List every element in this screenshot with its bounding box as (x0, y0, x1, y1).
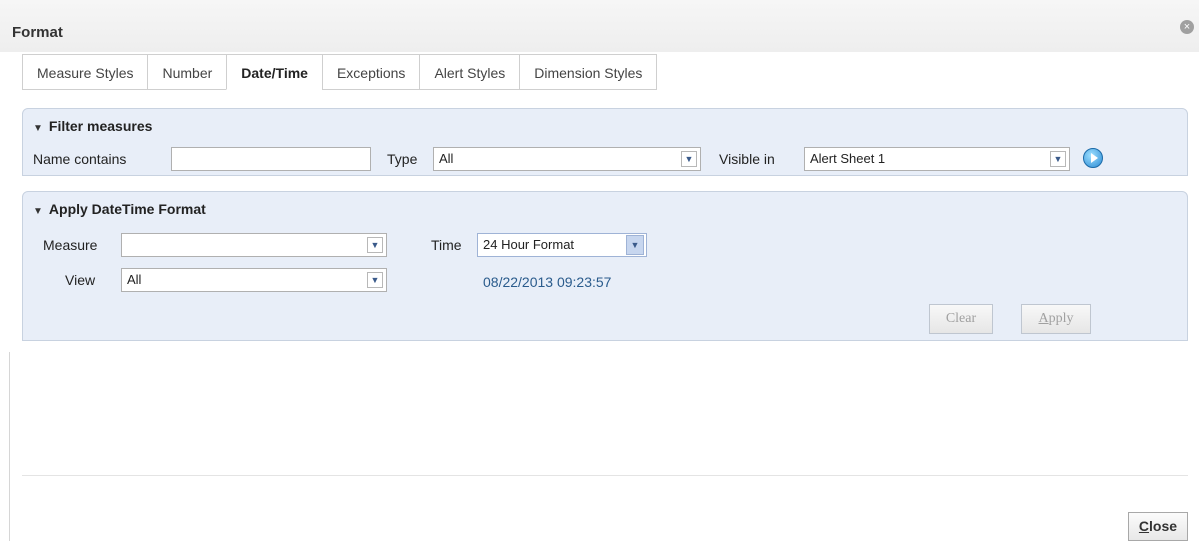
close-icon[interactable]: × (1180, 20, 1194, 34)
datetime-preview: 08/22/2013 09:23:57 (483, 274, 612, 290)
apply-datetime-title: Apply DateTime Format (48, 201, 206, 217)
tab-date-time[interactable]: Date/Time (226, 54, 322, 90)
chevron-down-icon[interactable]: ▼ (626, 235, 644, 255)
time-format-select[interactable]: 24 Hour Format ▼ (477, 233, 647, 257)
view-select[interactable]: All ▼ (121, 268, 387, 292)
view-select-value: All (127, 272, 142, 287)
filter-measures-header[interactable]: ▼ Filter measures (33, 118, 152, 134)
tab-exceptions[interactable]: Exceptions (321, 54, 420, 90)
tab-dimension-styles[interactable]: Dimension Styles (519, 54, 658, 90)
visible-in-select[interactable]: Alert Sheet 1 ▼ (804, 147, 1070, 171)
chevron-down-icon[interactable]: ▼ (681, 151, 697, 167)
chevron-down-icon[interactable]: ▼ (367, 237, 383, 253)
visible-in-label: Visible in (719, 151, 775, 167)
apply-label-rest: pply (1048, 311, 1074, 326)
name-contains-input[interactable] (171, 147, 371, 171)
close-label-rest: lose (1149, 518, 1178, 534)
apply-accesskey: A (1038, 311, 1049, 326)
time-label: Time (431, 237, 462, 253)
tab-measure-styles[interactable]: Measure Styles (22, 54, 148, 90)
chevron-down-icon: ▼ (33, 123, 43, 134)
view-label: View (65, 272, 96, 288)
dialog-titlebar: Format × (0, 0, 1199, 52)
close-button[interactable]: Close (1128, 512, 1188, 541)
visible-in-select-value: Alert Sheet 1 (810, 151, 886, 166)
chevron-down-icon[interactable]: ▼ (1050, 151, 1066, 167)
type-select[interactable]: All ▼ (433, 147, 701, 171)
play-icon[interactable] (1083, 148, 1103, 168)
apply-button[interactable]: Apply (1021, 304, 1091, 334)
measure-label: Measure (43, 237, 98, 253)
chevron-down-icon[interactable]: ▼ (367, 272, 383, 288)
filter-measures-title: Filter measures (48, 118, 153, 134)
apply-datetime-panel: ▼ Apply DateTime Format Measure ▼ View Al… (22, 191, 1188, 341)
divider (9, 352, 10, 541)
format-dialog: Format × Measure Styles Number Date/Time… (0, 0, 1199, 541)
tab-alert-styles[interactable]: Alert Styles (419, 54, 520, 90)
filter-measures-panel: ▼ Filter measures Name contains Type All … (22, 108, 1188, 176)
apply-datetime-header[interactable]: ▼ Apply DateTime Format (33, 201, 206, 217)
tab-number[interactable]: Number (147, 54, 227, 90)
name-contains-label: Name contains (33, 151, 127, 167)
clear-button[interactable]: Clear (929, 304, 993, 334)
measure-select[interactable]: ▼ (121, 233, 387, 257)
dialog-title: Format (12, 24, 63, 41)
close-accesskey: C (1138, 518, 1150, 534)
type-select-value: All (439, 151, 454, 166)
tab-bar: Measure Styles Number Date/Time Exceptio… (22, 54, 658, 90)
footer-divider (22, 475, 1188, 476)
type-label: Type (387, 151, 418, 167)
chevron-down-icon: ▼ (33, 206, 43, 217)
time-format-value: 24 Hour Format (483, 237, 575, 252)
